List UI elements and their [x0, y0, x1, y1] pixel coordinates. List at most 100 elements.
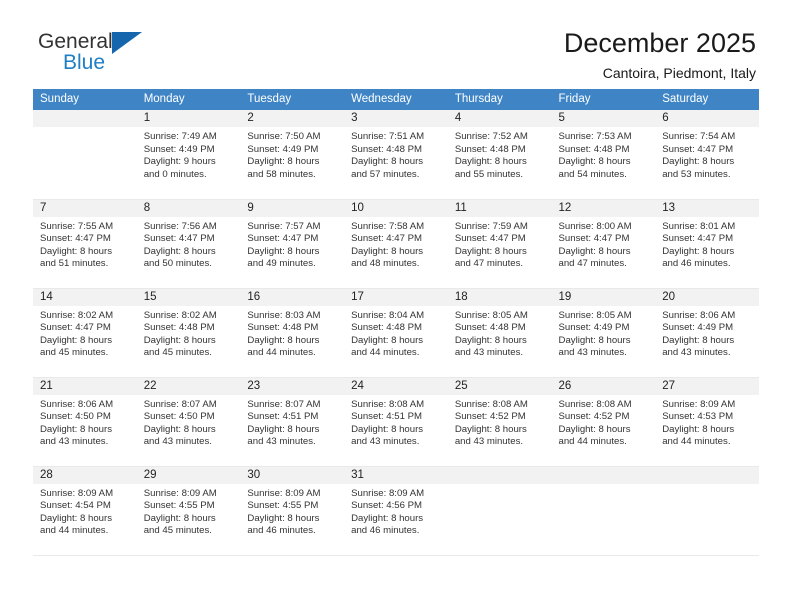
day-sunrise-text: Sunrise: 8:00 AM: [558, 220, 632, 232]
weekday-header-sunday: Sunday: [33, 89, 137, 110]
day-daylight-text: Daylight: 8 hours: [558, 423, 631, 435]
day-sunset-text: Sunset: 4:47 PM: [40, 322, 111, 334]
day-cell[interactable]: 27 Sunrise: 8:09 AM Sunset: 4:53 PM Dayligh…: [655, 377, 759, 467]
day-sunrise-text: Sunrise: 8:04 AM: [351, 309, 425, 321]
day-number: 2: [240, 110, 345, 127]
day-number: 16: [240, 288, 345, 306]
day-daylight-text: Daylight: 8 hours: [40, 512, 112, 524]
day-sunset-text: Sunset: 4:51 PM: [351, 411, 423, 423]
day-cell[interactable]: 29 Sunrise: 8:09 AM Sunset: 4:55 PM Dayligh…: [136, 466, 241, 556]
day-cell[interactable]: 2 Sunrise: 7:50 AM Sunset: 4:49 PM Daylight…: [240, 110, 345, 200]
day-sunset-text: Sunset: 4:53 PM: [662, 411, 734, 423]
day-cell-empty: [655, 466, 759, 556]
day-daylight-text: Daylight: 8 hours: [143, 423, 216, 435]
day-sunset-text: Sunset: 4:48 PM: [454, 143, 526, 155]
general-blue-logo[interactable]: General Blue: [38, 26, 158, 78]
day-cell[interactable]: 17 Sunrise: 8:04 AM Sunset: 4:48 PM Dayligh…: [344, 288, 448, 378]
day-cell[interactable]: 20 Sunrise: 8:06 AM Sunset: 4:49 PM Dayligh…: [655, 288, 759, 378]
day-cell[interactable]: 8 Sunrise: 7:56 AM Sunset: 4:47 PM Daylight…: [136, 199, 241, 289]
day-daylight-text: Daylight: 8 hours: [351, 423, 424, 435]
day-number: 17: [344, 288, 448, 306]
day-cell[interactable]: 18 Sunrise: 8:05 AM Sunset: 4:48 PM Dayligh…: [447, 288, 552, 378]
day-cell[interactable]: 6 Sunrise: 7:54 AM Sunset: 4:47 PM Daylight…: [655, 110, 759, 200]
day-number: [551, 466, 656, 484]
day-cell[interactable]: 3 Sunrise: 7:51 AM Sunset: 4:48 PM Daylight…: [344, 110, 448, 200]
day-daylight-text: Daylight: 8 hours: [247, 245, 320, 257]
day-daylight-text: Daylight: 8 hours: [662, 334, 735, 346]
day-number: [33, 110, 137, 127]
day-cell[interactable]: 12 Sunrise: 8:00 AM Sunset: 4:47 PM Dayligh…: [551, 199, 656, 289]
day-daylight-text: Daylight: 8 hours: [247, 512, 320, 524]
day-sunset-text: Sunset: 4:47 PM: [454, 233, 526, 245]
weekday-header-wednesday: Wednesday: [344, 89, 448, 110]
day-details: Sunrise: 8:05 AM Sunset: 4:48 PM Daylight:…: [448, 306, 552, 360]
day-cell[interactable]: 26 Sunrise: 8:08 AM Sunset: 4:52 PM Dayligh…: [551, 377, 656, 467]
day-sunset-text: Sunset: 4:49 PM: [662, 322, 734, 334]
day-cell[interactable]: 21 Sunrise: 8:06 AM Sunset: 4:50 PM Dayligh…: [33, 377, 137, 467]
day-cell[interactable]: 14 Sunrise: 8:02 AM Sunset: 4:47 PM Dayligh…: [33, 288, 137, 378]
day-number: 26: [551, 377, 656, 395]
day-cell[interactable]: 7 Sunrise: 7:55 AM Sunset: 4:47 PM Daylight…: [33, 199, 137, 289]
day-cell[interactable]: 16 Sunrise: 8:03 AM Sunset: 4:48 PM Dayligh…: [240, 288, 345, 378]
day-number: 30: [240, 466, 345, 484]
day-cell[interactable]: 13 Sunrise: 8:01 AM Sunset: 4:47 PM Dayligh…: [655, 199, 759, 289]
day-details: Sunrise: 8:01 AM Sunset: 4:47 PM Daylight:…: [655, 217, 759, 271]
day-sunset-text: Sunset: 4:48 PM: [454, 322, 526, 334]
page-title: December 2025: [563, 28, 756, 58]
day-cell[interactable]: 9 Sunrise: 7:57 AM Sunset: 4:47 PM Daylight…: [240, 199, 345, 289]
day-sunset-text: Sunset: 4:48 PM: [247, 322, 319, 334]
day-details: Sunrise: 7:57 AM Sunset: 4:47 PM Daylight:…: [240, 217, 344, 271]
day-cell[interactable]: 19 Sunrise: 8:05 AM Sunset: 4:49 PM Dayligh…: [551, 288, 656, 378]
day-details: Sunrise: 8:00 AM Sunset: 4:47 PM Daylight:…: [552, 217, 656, 271]
day-cell[interactable]: 4 Sunrise: 7:52 AM Sunset: 4:48 PM Daylight…: [447, 110, 552, 200]
day-sunset-text: Sunset: 4:47 PM: [662, 233, 734, 245]
day-number: 1: [136, 110, 241, 127]
day-daylight-text: Daylight: 8 hours: [662, 156, 735, 168]
weekday-header-monday: Monday: [136, 89, 241, 110]
day-cell[interactable]: 11 Sunrise: 7:59 AM Sunset: 4:47 PM Dayligh…: [447, 199, 552, 289]
day-daylight-text: and 47 minutes.: [454, 258, 524, 270]
day-daylight-text: and 58 minutes.: [247, 168, 316, 180]
day-cell[interactable]: 25 Sunrise: 8:08 AM Sunset: 4:52 PM Dayligh…: [447, 377, 552, 467]
day-cell[interactable]: 10 Sunrise: 7:58 AM Sunset: 4:47 PM Dayligh…: [344, 199, 448, 289]
day-cell[interactable]: 15 Sunrise: 8:02 AM Sunset: 4:48 PM Dayligh…: [136, 288, 241, 378]
day-sunrise-text: Sunrise: 7:51 AM: [351, 131, 425, 142]
day-cell[interactable]: 22 Sunrise: 8:07 AM Sunset: 4:50 PM Dayligh…: [136, 377, 241, 467]
day-details: Sunrise: 7:51 AM Sunset: 4:48 PM Daylight:…: [344, 127, 448, 181]
day-sunrise-text: Sunrise: 7:50 AM: [247, 131, 321, 142]
day-sunset-text: Sunset: 4:48 PM: [351, 143, 423, 155]
day-daylight-text: Daylight: 8 hours: [351, 512, 424, 524]
day-daylight-text: and 44 minutes.: [351, 347, 420, 359]
day-cell[interactable]: 1 Sunrise: 7:49 AM Sunset: 4:49 PM Daylight…: [136, 110, 241, 200]
day-daylight-text: Daylight: 8 hours: [247, 334, 320, 346]
day-number: 15: [136, 288, 241, 306]
day-daylight-text: and 49 minutes.: [247, 258, 316, 270]
day-daylight-text: and 50 minutes.: [143, 258, 212, 270]
day-number: [447, 466, 552, 484]
day-daylight-text: and 43 minutes.: [143, 436, 212, 448]
day-sunrise-text: Sunrise: 8:09 AM: [351, 487, 425, 499]
day-sunset-text: Sunset: 4:49 PM: [247, 143, 319, 155]
day-cell-empty: [447, 466, 552, 556]
day-cell[interactable]: 31 Sunrise: 8:09 AM Sunset: 4:56 PM Dayligh…: [344, 466, 448, 556]
day-number: 14: [33, 288, 137, 306]
day-sunrise-text: Sunrise: 8:08 AM: [558, 398, 632, 410]
day-number: 23: [240, 377, 345, 395]
day-sunrise-text: Sunrise: 8:07 AM: [143, 398, 217, 410]
day-details: Sunrise: 8:07 AM Sunset: 4:50 PM Daylight:…: [137, 395, 241, 449]
calendar-week-row: 1 Sunrise: 7:49 AM Sunset: 4:49 PM Daylight…: [33, 110, 759, 200]
day-sunset-text: Sunset: 4:49 PM: [143, 143, 215, 155]
day-number: 29: [136, 466, 241, 484]
day-cell[interactable]: 30 Sunrise: 8:09 AM Sunset: 4:55 PM Dayligh…: [240, 466, 345, 556]
day-details: Sunrise: 7:49 AM Sunset: 4:49 PM Daylight:…: [137, 127, 241, 181]
day-cell[interactable]: 24 Sunrise: 8:08 AM Sunset: 4:51 PM Dayligh…: [344, 377, 448, 467]
day-cell[interactable]: 28 Sunrise: 8:09 AM Sunset: 4:54 PM Dayligh…: [33, 466, 137, 556]
day-daylight-text: Daylight: 8 hours: [143, 245, 216, 257]
day-number: 3: [344, 110, 448, 127]
weekday-header-thursday: Thursday: [447, 89, 552, 110]
page-subtitle: Cantoira, Piedmont, Italy: [602, 65, 756, 81]
day-cell[interactable]: 5 Sunrise: 7:53 AM Sunset: 4:48 PM Daylight…: [551, 110, 656, 200]
day-details: Sunrise: 8:03 AM Sunset: 4:48 PM Daylight:…: [240, 306, 344, 360]
day-cell[interactable]: 23 Sunrise: 8:07 AM Sunset: 4:51 PM Dayligh…: [240, 377, 345, 467]
day-cell-empty: [551, 466, 656, 556]
